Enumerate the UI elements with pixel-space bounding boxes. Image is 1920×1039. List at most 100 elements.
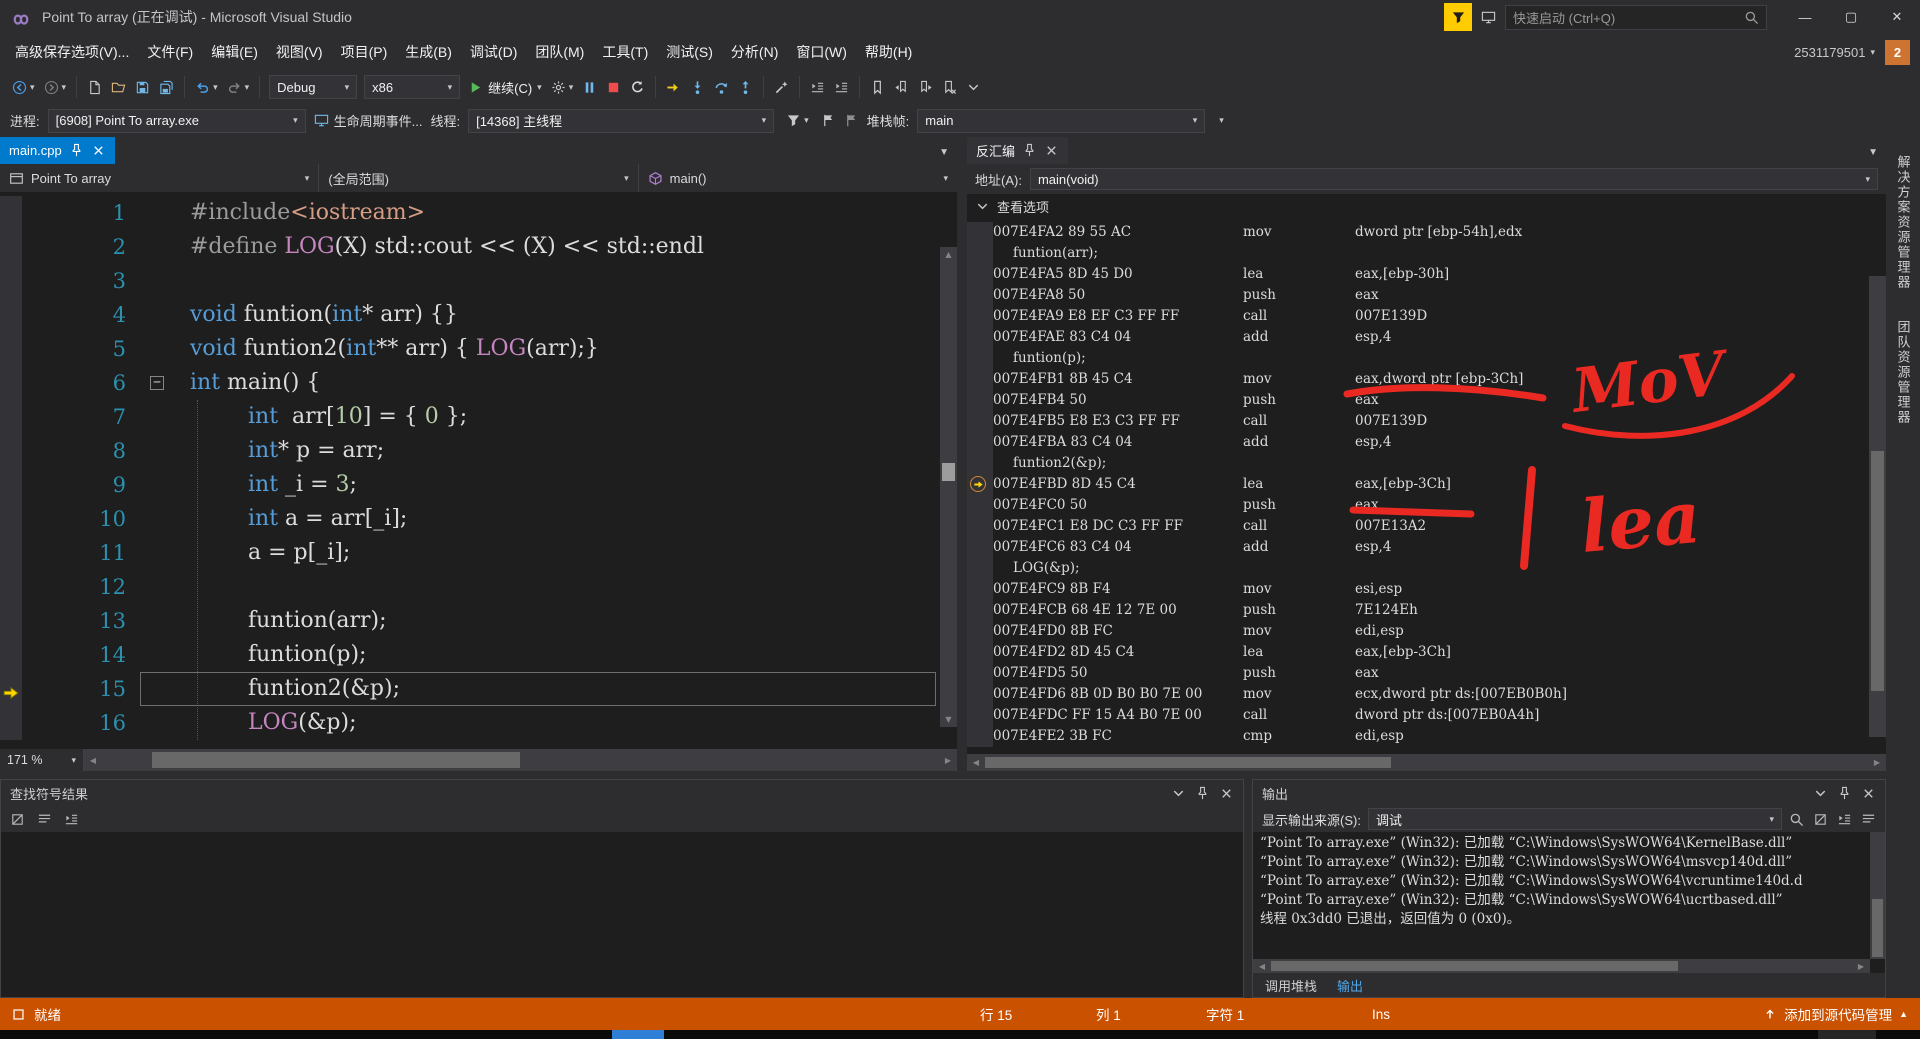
- add-to-source-control-button[interactable]: 添加到源代码管理 ▲: [1763, 1004, 1908, 1024]
- disasm-row-007E4FD5[interactable]: 007E4FD5 50 push eax: [967, 663, 1886, 684]
- output-vertical-scrollbar[interactable]: [1870, 832, 1885, 959]
- step-out-button[interactable]: [734, 77, 757, 98]
- fold-margin[interactable]: [140, 672, 176, 706]
- fold-margin[interactable]: [140, 332, 176, 366]
- disasm-row-007E4FA2[interactable]: 007E4FA2 89 55 AC mov dword ptr [ebp-54h],…: [967, 222, 1886, 243]
- disasm-row-007E4FBA[interactable]: 007E4FBA 83 C4 04 add esp,4: [967, 432, 1886, 453]
- glyph-margin[interactable]: [0, 536, 22, 570]
- address-combobox[interactable]: main(void) ▾: [1029, 168, 1878, 190]
- code-line-14[interactable]: 14 funtion(p);: [0, 638, 957, 672]
- disasm-row-007E4FB1[interactable]: 007E4FB1 8B 45 C4 mov eax,dword ptr [ebp-3…: [967, 369, 1886, 390]
- find-symbol-results-content[interactable]: [1, 832, 1243, 997]
- code-line-9[interactable]: 9 int _i = 3;: [0, 468, 957, 502]
- solution-platforms-combobox[interactable]: x86 ▾: [364, 75, 461, 99]
- disasm-row-007E4FD0[interactable]: 007E4FD0 8B FC mov edi,esp: [967, 621, 1886, 642]
- pin-icon[interactable]: [69, 143, 84, 158]
- continue-button[interactable]: 继续(C) ▾: [464, 75, 546, 100]
- scroll-left-icon[interactable]: ◀: [1253, 959, 1271, 973]
- next-statement-button[interactable]: [662, 77, 685, 98]
- collapse-icon[interactable]: −: [150, 376, 164, 390]
- fold-margin[interactable]: [140, 298, 176, 332]
- notifications-badge[interactable]: 2: [1885, 39, 1910, 65]
- flag-thread-icon[interactable]: [821, 113, 836, 128]
- bookmark-next-button[interactable]: [914, 77, 937, 98]
- window-position-icon[interactable]: [1813, 786, 1828, 801]
- fold-margin[interactable]: [140, 230, 176, 264]
- stack-frame-combobox[interactable]: main ▾: [917, 108, 1206, 133]
- close-button[interactable]: ✕: [1874, 0, 1920, 34]
- disasm-row-007E4FD2[interactable]: 007E4FD2 8D 45 C4 lea eax,[ebp-3Ch]: [967, 642, 1886, 663]
- menu-item-0[interactable]: 高级保存选项(V)...: [6, 35, 138, 69]
- glyph-margin[interactable]: [0, 298, 22, 332]
- fold-margin[interactable]: [140, 264, 176, 298]
- process-combobox[interactable]: [6908] Point To array.exe ▾: [47, 108, 306, 133]
- taskbar-active-app[interactable]: [612, 1030, 664, 1039]
- vertical-splitter[interactable]: [957, 137, 967, 771]
- bookmark-button[interactable]: [866, 77, 889, 98]
- scrollbar-thumb[interactable]: [152, 752, 521, 768]
- scroll-left-icon[interactable]: ◀: [84, 749, 102, 771]
- code-line-3[interactable]: 3: [0, 264, 957, 298]
- flag-just-my-code-icon[interactable]: [844, 113, 859, 128]
- toolbar-overflow-icon[interactable]: ▾: [1219, 116, 1224, 125]
- code-line-11[interactable]: 11 a = p[_i];: [0, 536, 957, 570]
- glyph-margin[interactable]: [0, 366, 22, 400]
- doc-new-button[interactable]: [83, 77, 106, 98]
- find-message-icon[interactable]: [1789, 812, 1804, 827]
- menu-item-2[interactable]: 编辑(E): [202, 35, 267, 69]
- document-list-dropdown-icon[interactable]: ▼: [1868, 147, 1886, 164]
- glyph-margin[interactable]: [0, 230, 22, 264]
- glyph-margin[interactable]: [0, 264, 22, 298]
- menu-item-4[interactable]: 项目(P): [332, 35, 397, 69]
- minimize-button[interactable]: —: [1782, 0, 1828, 34]
- scrollbar-thumb[interactable]: [1871, 451, 1884, 691]
- glyph-margin[interactable]: [0, 434, 22, 468]
- close-icon[interactable]: [1219, 786, 1234, 801]
- code-line-8[interactable]: 8 int* p = arr;: [0, 434, 957, 468]
- scrollbar-thumb[interactable]: [942, 463, 955, 481]
- bookmark-prev-button[interactable]: [890, 77, 913, 98]
- code-line-5[interactable]: 5 void funtion2(int** arr) { LOG(arr);}: [0, 332, 957, 366]
- code-editor[interactable]: 1 #include<iostream> 2 #define LOG(X) std::…: [0, 192, 957, 749]
- fold-margin[interactable]: [140, 196, 176, 230]
- code-line-7[interactable]: 7 int arr[10] = { 0 };: [0, 400, 957, 434]
- glyph-margin[interactable]: [0, 400, 22, 434]
- scrollbar-thumb[interactable]: [1271, 961, 1678, 971]
- side-tab-team-explorer[interactable]: 团队资源管理器: [1894, 320, 1913, 425]
- disasm-row-007E4FA8[interactable]: 007E4FA8 50 push eax: [967, 285, 1886, 306]
- disasm-row-007E4FB5[interactable]: 007E4FB5 E8 E3 C3 FF FF call 007E139D: [967, 411, 1886, 432]
- disasm-row-007E4FE2[interactable]: 007E4FE2 3B FC cmp edi,esp: [967, 726, 1886, 747]
- word-wrap-icon[interactable]: [1837, 812, 1852, 827]
- redo-button[interactable]: ▾: [223, 77, 254, 98]
- maximize-button[interactable]: ▢: [1828, 0, 1874, 34]
- disasm-row-007E4FC9[interactable]: 007E4FC9 8B F4 mov esi,esp: [967, 579, 1886, 600]
- folder-open-button[interactable]: [107, 77, 130, 98]
- menu-item-11[interactable]: 窗口(W): [787, 35, 856, 69]
- menu-item-6[interactable]: 调试(D): [461, 35, 526, 69]
- fold-margin[interactable]: [140, 400, 176, 434]
- code-line-13[interactable]: 13 funtion(arr);: [0, 604, 957, 638]
- code-line-16[interactable]: 16 LOG(&p);: [0, 706, 957, 740]
- glyph-margin[interactable]: [0, 332, 22, 366]
- filter-threads-button[interactable]: ▾: [782, 110, 813, 131]
- output-log[interactable]: “Point To array.exe” (Win32): 已加载 “C:\Wi…: [1253, 832, 1885, 973]
- viewing-options-expander[interactable]: 查看选项: [967, 194, 1886, 218]
- indent-button[interactable]: [830, 77, 853, 98]
- window-position-icon[interactable]: [1171, 786, 1186, 801]
- fold-margin[interactable]: [140, 638, 176, 672]
- nav-forward-button[interactable]: ▾: [40, 77, 71, 98]
- glyph-margin[interactable]: [0, 604, 22, 638]
- disasm-source-line[interactable]: funtion2(&p);: [967, 453, 1886, 474]
- menu-item-7[interactable]: 团队(M): [526, 35, 593, 69]
- fold-margin[interactable]: [140, 468, 176, 502]
- wand-button[interactable]: [770, 77, 793, 98]
- pause-button[interactable]: [578, 77, 601, 98]
- messages-list-icon[interactable]: [1861, 812, 1876, 827]
- account-menu[interactable]: 2531179501 ▾: [1794, 45, 1875, 60]
- disasm-row-007E4FBD[interactable]: 007E4FBD 8D 45 C4 lea eax,[ebp-3Ch]: [967, 474, 1886, 495]
- close-icon[interactable]: [1861, 786, 1876, 801]
- remote-connection-icon[interactable]: [1481, 10, 1496, 25]
- thread-combobox[interactable]: [14368] 主线程 ▾: [468, 108, 775, 133]
- menu-item-12[interactable]: 帮助(H): [856, 35, 921, 69]
- disasm-row-007E4FC6[interactable]: 007E4FC6 83 C4 04 add esp,4: [967, 537, 1886, 558]
